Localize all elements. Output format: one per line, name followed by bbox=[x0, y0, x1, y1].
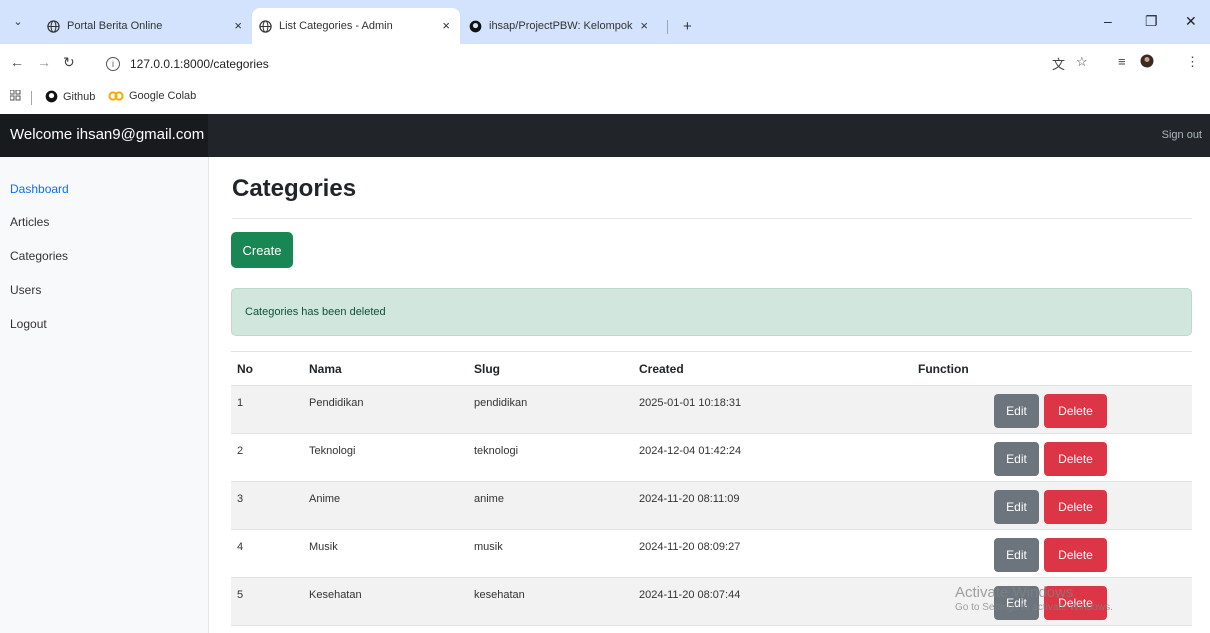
delete-button[interactable]: Delete bbox=[1044, 586, 1107, 620]
colab-icon bbox=[108, 91, 124, 101]
new-tab-icon[interactable]: + bbox=[683, 18, 692, 35]
restore-icon[interactable]: ❐ bbox=[1145, 13, 1158, 30]
close-tab-icon[interactable]: × bbox=[442, 18, 450, 33]
create-button[interactable]: Create bbox=[231, 232, 293, 268]
success-alert: Categories has been deleted bbox=[231, 288, 1192, 336]
browser-tab-portal[interactable]: Portal Berita Online × bbox=[46, 8, 252, 44]
cell-slug: teknologi bbox=[474, 445, 519, 457]
cell-nama: Kesehatan bbox=[309, 589, 362, 601]
sidebar-item-dashboard[interactable]: Dashboard bbox=[10, 182, 69, 196]
close-tab-icon[interactable]: × bbox=[640, 18, 648, 33]
categories-table: No Nama Slug Created Function 1 Pendidik… bbox=[231, 351, 1192, 626]
edit-button[interactable]: Edit bbox=[994, 538, 1039, 572]
table-row: 2 Teknologi teknologi 2024-12-04 01:42:2… bbox=[231, 434, 1192, 482]
cell-created: 2024-12-04 01:42:24 bbox=[639, 445, 742, 457]
cell-created: 2024-11-20 08:07:44 bbox=[639, 589, 741, 601]
delete-button[interactable]: Delete bbox=[1044, 490, 1107, 524]
delete-button[interactable]: Delete bbox=[1044, 538, 1107, 572]
edit-button[interactable]: Edit bbox=[994, 394, 1039, 428]
delete-button[interactable]: Delete bbox=[1044, 442, 1107, 476]
browser-tab-title: List Categories - Admin bbox=[279, 20, 393, 32]
cell-nama: Musik bbox=[309, 541, 338, 553]
edit-button[interactable]: Edit bbox=[994, 442, 1039, 476]
alert-message: Categories has been deleted bbox=[245, 306, 386, 318]
browser-tab-list-categories[interactable]: List Categories - Admin × bbox=[252, 8, 460, 44]
cell-no: 4 bbox=[237, 541, 244, 553]
bookmark-label: Github bbox=[63, 90, 96, 103]
tab-separator bbox=[667, 20, 668, 34]
bookmark-google-colab[interactable]: Google Colab bbox=[108, 90, 196, 102]
browser-tab-github[interactable]: ihsap/ProjectPBW: Kelompok 1 × bbox=[468, 8, 676, 44]
sidebar-item-logout[interactable]: Logout bbox=[10, 317, 47, 331]
bookmark-star-icon[interactable]: ☆ bbox=[1076, 54, 1088, 70]
table-row: 5 Kesehatan kesehatan 2024-11-20 08:07:4… bbox=[231, 578, 1192, 626]
cell-created: 2024-11-20 08:11:09 bbox=[639, 493, 740, 505]
browser-tab-title: ihsap/ProjectPBW: Kelompok 1 bbox=[489, 20, 634, 32]
edit-button[interactable]: Edit bbox=[994, 586, 1039, 620]
browser-tabstrip: ⌄ Portal Berita Online × List Categories… bbox=[0, 0, 1210, 44]
globe-icon bbox=[46, 19, 60, 33]
cell-no: 3 bbox=[237, 493, 244, 505]
cell-nama: Pendidikan bbox=[309, 397, 364, 409]
column-header-created: Created bbox=[639, 362, 684, 376]
url-text: 127.0.0.1:8000/categories bbox=[130, 57, 269, 71]
table-header: No Nama Slug Created Function bbox=[231, 352, 1192, 386]
delete-button[interactable]: Delete bbox=[1044, 394, 1107, 428]
tab-search-chevron-icon[interactable]: ⌄ bbox=[8, 12, 28, 32]
cell-created: 2024-11-20 08:09:27 bbox=[639, 541, 741, 553]
bookmark-github[interactable]: Github bbox=[45, 90, 95, 103]
close-window-icon[interactable]: ✕ bbox=[1185, 13, 1197, 30]
browser-toolbar: ← → ↻ i 127.0.0.1:8000/categories 文 ☆ ≡ … bbox=[0, 44, 1210, 82]
edit-button[interactable]: Edit bbox=[994, 490, 1039, 524]
table-row: 3 Anime anime 2024-11-20 08:11:09 Edit D… bbox=[231, 482, 1192, 530]
cell-no: 5 bbox=[237, 589, 244, 601]
column-header-function: Function bbox=[918, 362, 969, 376]
reload-icon[interactable]: ↻ bbox=[63, 54, 75, 71]
address-bar[interactable]: i 127.0.0.1:8000/categories bbox=[106, 51, 1056, 77]
profile-avatar-icon[interactable] bbox=[1140, 54, 1154, 71]
bookmark-separator bbox=[31, 91, 32, 105]
cell-created: 2025-01-01 10:18:31 bbox=[639, 397, 742, 409]
browser-tab-title: Portal Berita Online bbox=[67, 20, 163, 32]
sign-out-link[interactable]: Sign out bbox=[1162, 129, 1202, 141]
table-row: 1 Pendidikan pendidikan 2025-01-01 10:18… bbox=[231, 386, 1192, 434]
back-arrow-icon[interactable]: ← bbox=[10, 54, 24, 70]
forward-arrow-icon[interactable]: → bbox=[37, 54, 51, 70]
bookmark-label: Google Colab bbox=[129, 90, 197, 102]
cell-nama: Anime bbox=[309, 493, 341, 505]
column-header-nama: Nama bbox=[309, 362, 342, 376]
page-title: Categories bbox=[232, 175, 357, 202]
site-info-icon[interactable]: i bbox=[106, 57, 120, 71]
sidebar-item-users[interactable]: Users bbox=[10, 283, 41, 297]
github-icon bbox=[468, 19, 482, 33]
cell-no: 1 bbox=[237, 397, 244, 409]
globe-icon bbox=[258, 19, 272, 33]
cell-slug: anime bbox=[474, 493, 504, 505]
cell-slug: musik bbox=[474, 541, 503, 553]
cell-slug: kesehatan bbox=[474, 589, 525, 601]
cell-nama: Teknologi bbox=[309, 445, 356, 457]
browser-menu-icon[interactable]: ⋮ bbox=[1186, 54, 1199, 70]
github-icon bbox=[45, 90, 58, 103]
reading-list-icon[interactable]: ≡ bbox=[1118, 54, 1126, 69]
navbar-brand[interactable]: Welcome ihsan9@gmail.com bbox=[10, 126, 204, 143]
column-header-slug: Slug bbox=[474, 362, 500, 376]
sidebar-item-categories[interactable]: Categories bbox=[10, 249, 68, 263]
apps-grid-icon[interactable] bbox=[10, 90, 21, 101]
top-navbar: Welcome ihsan9@gmail.com Sign out bbox=[0, 114, 1210, 157]
table-row: 4 Musik musik 2024-11-20 08:09:27 Edit D… bbox=[231, 530, 1192, 578]
column-header-no: No bbox=[237, 362, 253, 376]
translate-icon[interactable]: 文 bbox=[1052, 54, 1065, 73]
cell-slug: pendidikan bbox=[474, 397, 528, 409]
minimize-icon[interactable]: – bbox=[1104, 13, 1112, 29]
close-tab-icon[interactable]: × bbox=[234, 18, 242, 33]
sidebar: Dashboard Articles Categories Users Logo… bbox=[0, 157, 209, 633]
cell-no: 2 bbox=[237, 445, 244, 457]
sidebar-item-articles[interactable]: Articles bbox=[10, 215, 49, 229]
title-divider bbox=[232, 218, 1192, 219]
bookmarks-bar: Github Google Colab bbox=[0, 82, 1210, 114]
